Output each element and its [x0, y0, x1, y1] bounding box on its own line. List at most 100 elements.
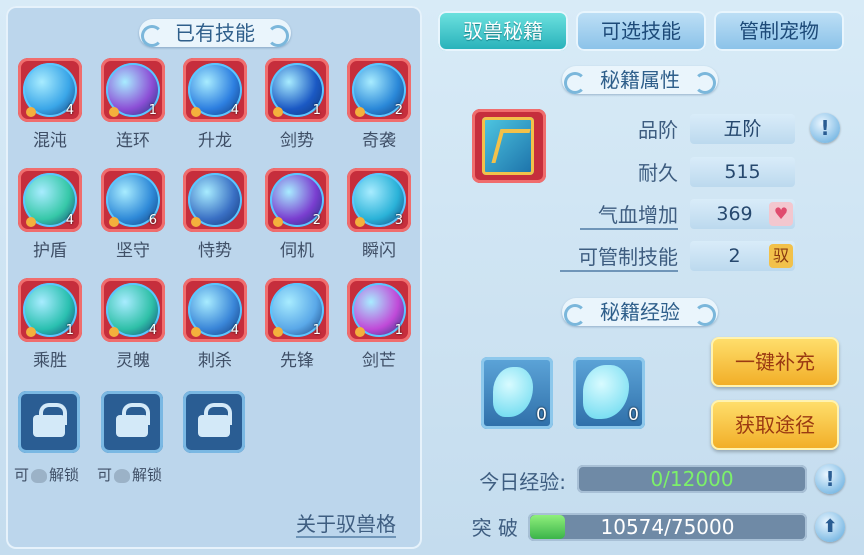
skill-count: 4 — [65, 213, 74, 228]
breakthrough-label: 突 破 — [471, 516, 518, 540]
skill-slot[interactable]: 1 先锋 — [265, 278, 331, 371]
skill-name: 坚守 — [116, 241, 150, 261]
skill-icon: 1 — [347, 278, 411, 342]
paw-icon — [109, 217, 119, 227]
skill-name: 乘胜 — [33, 351, 67, 371]
skill-icon: 1 — [18, 278, 82, 342]
paw-icon — [26, 217, 36, 227]
skill-count: 1 — [65, 323, 74, 338]
skill-slot[interactable]: 3 瞬闪 — [347, 168, 413, 261]
skill-name: 奇袭 — [362, 131, 396, 151]
skill-name: 连环 — [116, 131, 150, 151]
exp-item-small[interactable]: 0 — [481, 357, 553, 429]
tab-optional-skills[interactable]: 可选技能 — [576, 11, 706, 51]
skill-slot[interactable]: 4 混沌 — [18, 58, 84, 151]
hp-bonus-value: 369 ♥ — [690, 199, 795, 229]
skill-icon — [183, 168, 247, 232]
paw-icon — [26, 107, 36, 117]
skill-slot[interactable]: 4 刺杀 — [183, 278, 249, 371]
tab-beast-book[interactable]: 驭兽秘籍 — [438, 11, 568, 51]
skill-slot[interactable]: 1 乘胜 — [18, 278, 84, 371]
today-exp-value: 0/12000 — [650, 467, 734, 491]
skill-slot[interactable]: 2 奇袭 — [347, 58, 413, 151]
skill-name: 瞬闪 — [362, 241, 396, 261]
skill-icon: 4 — [101, 278, 165, 342]
skill-icon: 1 — [101, 58, 165, 122]
skill-slot[interactable]: 恃势 — [183, 168, 249, 261]
skill-count: 4 — [148, 323, 157, 338]
skill-count: 4 — [230, 323, 239, 338]
paw-icon — [109, 107, 119, 117]
skill-count: 2 — [312, 213, 321, 228]
durability-label: 耐久 — [638, 161, 678, 185]
locked-slot[interactable] — [183, 391, 245, 453]
skill-name: 刺杀 — [198, 351, 232, 371]
exp-item-large[interactable]: 0 — [573, 357, 645, 429]
unlock-hint: 可解锁 — [97, 466, 163, 484]
skill-slot[interactable]: 1 剑芒 — [347, 278, 413, 371]
controllable-skills-value: 2 驭 — [690, 241, 795, 271]
skill-name: 剑芒 — [362, 351, 396, 371]
paw-icon — [355, 327, 365, 337]
skill-slot[interactable]: 2 伺机 — [265, 168, 331, 261]
skill-name: 混沌 — [33, 131, 67, 151]
today-exp-bar: 0/12000 — [577, 465, 807, 493]
paw-icon — [355, 217, 365, 227]
one-click-refill-button[interactable]: 一键补充 — [711, 337, 839, 387]
durability-value: 515 — [690, 157, 795, 187]
paw-icon — [273, 107, 283, 117]
info-icon[interactable]: ! — [815, 464, 845, 494]
skill-icon: 4 — [18, 168, 82, 232]
today-exp-label: 今日经验: — [479, 470, 566, 494]
skill-icon: 4 — [183, 58, 247, 122]
paw-icon — [191, 327, 201, 337]
game-window: 已有技能 4 混沌 1 连环 4 升龙 1 剑势 2 奇袭 4 护盾 6 坚守 恃势 2 伺机 3 瞬闪 1 乘胜 4 灵魄… — [0, 0, 864, 555]
spirit-horse-icon — [583, 365, 629, 419]
skill-icon: 4 — [18, 58, 82, 122]
breakthrough-bar: 10574/75000 — [528, 513, 807, 541]
skill-name: 护盾 — [33, 241, 67, 261]
skill-slot[interactable]: 6 坚守 — [101, 168, 167, 261]
skill-count: 1 — [312, 323, 321, 338]
skill-icon: 1 — [265, 278, 329, 342]
book-exp-title: 秘籍经验 — [562, 298, 718, 326]
skill-count: 1 — [312, 103, 321, 118]
info-icon[interactable]: ! — [810, 113, 840, 143]
unlock-hint: 可解锁 — [14, 466, 80, 484]
skill-slot[interactable]: 4 护盾 — [18, 168, 84, 261]
skill-count: 2 — [394, 103, 403, 118]
skill-icon: 4 — [183, 278, 247, 342]
obtain-methods-button[interactable]: 获取途径 — [711, 400, 839, 450]
book-item[interactable] — [472, 109, 546, 183]
skill-slot[interactable]: 4 灵魄 — [101, 278, 167, 371]
paw-icon — [109, 327, 119, 337]
spirit-horse-icon — [493, 367, 533, 417]
skill-name: 剑势 — [280, 131, 314, 151]
skill-icon: 3 — [347, 168, 411, 232]
skill-count: 4 — [230, 103, 239, 118]
skill-name: 灵魄 — [116, 351, 150, 371]
skill-name: 先锋 — [280, 351, 314, 371]
unlock-item-icon — [31, 468, 48, 483]
unlock-item-icon — [114, 468, 131, 483]
upgrade-arrow-icon[interactable]: ⬆ — [815, 512, 845, 542]
locked-slot[interactable] — [18, 391, 80, 453]
paw-icon — [273, 327, 283, 337]
skill-name: 升龙 — [198, 131, 232, 151]
skill-icon: 2 — [265, 168, 329, 232]
skill-icon: 2 — [347, 58, 411, 122]
control-badge: 驭 — [769, 244, 793, 268]
locked-slot[interactable] — [101, 391, 163, 453]
book-attributes-title: 秘籍属性 — [562, 66, 718, 94]
owned-skills-panel: 已有技能 4 混沌 1 连环 4 升龙 1 剑势 2 奇袭 4 护盾 6 坚守 恃势 2 伺机 3 瞬闪 1 乘胜 4 灵魄… — [6, 6, 422, 549]
grade-value: 五阶 — [690, 114, 795, 144]
about-beast-slot-link[interactable]: 关于驭兽格 — [296, 512, 396, 538]
paw-icon — [26, 327, 36, 337]
tab-controlled-pets[interactable]: 管制宠物 — [714, 11, 844, 51]
skill-slot[interactable]: 1 连环 — [101, 58, 167, 151]
skill-count: 3 — [394, 213, 403, 228]
book-icon — [482, 117, 534, 175]
skill-slot[interactable]: 1 剑势 — [265, 58, 331, 151]
skill-slot[interactable]: 4 升龙 — [183, 58, 249, 151]
paw-icon — [191, 107, 201, 117]
